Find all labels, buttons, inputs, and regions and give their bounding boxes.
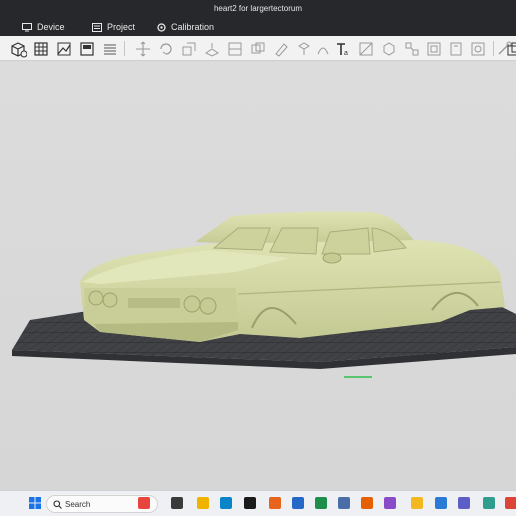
app-window: heart2 for largertectorum Device Project… [0, 0, 516, 516]
toolbar-separator [493, 41, 494, 56]
assembly-button[interactable] [379, 39, 398, 58]
tab-device[interactable]: Device [18, 20, 69, 34]
search-object-icon [507, 42, 516, 55]
text-icon: a [336, 42, 348, 57]
brim-ears-button[interactable] [468, 39, 487, 58]
windows-start-icon [29, 497, 41, 509]
taskbar-app-slicer[interactable] [383, 496, 397, 510]
copilot-icon [483, 497, 495, 509]
lay-on-face-button[interactable] [202, 39, 221, 58]
rotate-button[interactable] [156, 39, 175, 58]
cut-icon [228, 42, 241, 55]
boolean-icon [251, 42, 264, 53]
search-icon [53, 500, 62, 509]
scale-button[interactable] [179, 39, 198, 58]
taskbar-app-calculator[interactable] [337, 496, 351, 510]
widgets-gift-icon [138, 497, 150, 509]
bambu-icon [244, 497, 256, 509]
scale-icon [182, 42, 195, 55]
split-objects-button[interactable] [402, 39, 421, 58]
office-icon [269, 497, 281, 509]
taskbar-app-copilot[interactable] [482, 496, 496, 510]
auto-arrange-icon [57, 42, 70, 55]
tab-calibration[interactable]: Calibration [153, 20, 218, 34]
support-paint-icon [274, 42, 288, 57]
plate-grid-button[interactable] [31, 39, 50, 58]
measure-icon [359, 42, 372, 55]
auto-arrange-button[interactable] [54, 39, 73, 58]
layers-button[interactable] [100, 39, 119, 58]
split-objects-icon [405, 42, 418, 55]
move-icon [135, 41, 150, 56]
search-placeholder: Search [65, 500, 91, 509]
taskbar-app-excel[interactable] [314, 496, 328, 510]
window-title: heart2 for largertectorum [213, 4, 303, 13]
monitor-icon [22, 22, 32, 31]
taskbar-app-widgets-gift[interactable] [137, 496, 151, 510]
support-paint-button[interactable] [271, 39, 290, 58]
taskbar-app-folder[interactable] [196, 496, 210, 510]
split-parts-button[interactable] [424, 39, 443, 58]
taskbar-app-windows-start[interactable] [28, 496, 42, 510]
search-object-button[interactable] [504, 39, 516, 58]
plate-grid-icon [33, 41, 48, 56]
layers-icon [103, 43, 116, 55]
tab-project-label: Project [107, 22, 136, 32]
project-icon [92, 22, 102, 32]
tab-bar: Device Project Calibration [0, 18, 516, 52]
taskbar-app-office[interactable] [268, 496, 282, 510]
svg-text:a: a [344, 50, 348, 57]
cut-button[interactable] [225, 39, 244, 58]
title-bar: heart2 for largertectorum [0, 0, 516, 18]
assembly-icon [383, 41, 394, 56]
add-object-button[interactable] [8, 39, 27, 58]
excel-icon [315, 497, 327, 509]
seam-paint-icon [297, 41, 310, 55]
color-paint-button[interactable] [313, 39, 332, 58]
store-icon [435, 497, 447, 509]
3d-viewport[interactable] [0, 62, 516, 490]
calibration-icon [157, 22, 166, 32]
taskbar-app-teams[interactable] [457, 496, 471, 510]
color-paint-icon [317, 47, 328, 54]
taskbar-app-firefox[interactable] [360, 496, 374, 510]
taskbar-app-bambu[interactable] [243, 496, 257, 510]
taskbar-app-file-explorer[interactable] [170, 496, 184, 510]
rotate-icon [159, 42, 172, 55]
measure-button[interactable] [356, 39, 375, 58]
orient-icon [79, 41, 94, 56]
chrome-icon [505, 497, 516, 509]
taskbar-app-chrome[interactable] [504, 496, 516, 510]
firefox-icon [361, 497, 373, 509]
edge-icon [220, 497, 232, 509]
folder-icon [197, 497, 209, 509]
tab-calibration-label: Calibration [171, 22, 215, 32]
file-explorer-icon [171, 497, 183, 509]
split-parts-icon [427, 42, 440, 55]
notes-icon [411, 497, 423, 509]
toolbar: a [0, 36, 516, 61]
variable-layer-button[interactable] [446, 39, 465, 58]
seam-paint-button[interactable] [294, 39, 313, 58]
toolbar-separator [124, 41, 125, 56]
orient-button[interactable] [77, 39, 96, 58]
calculator-icon [338, 497, 350, 509]
teams-icon [458, 497, 470, 509]
boolean-button[interactable] [248, 39, 267, 58]
taskbar: Search [0, 490, 516, 516]
tab-project[interactable]: Project [88, 20, 139, 34]
add-object-icon [10, 41, 27, 57]
variable-layer-icon [450, 42, 461, 55]
slicer-icon [384, 497, 396, 509]
mail-icon [292, 497, 304, 509]
tab-device-label: Device [37, 22, 65, 32]
taskbar-app-mail[interactable] [291, 496, 305, 510]
taskbar-app-edge[interactable] [219, 496, 233, 510]
lay-on-face-icon [204, 42, 219, 57]
brim-ears-icon [471, 42, 484, 55]
move-button[interactable] [133, 39, 152, 58]
taskbar-app-store[interactable] [434, 496, 448, 510]
taskbar-app-notes[interactable] [410, 496, 424, 510]
text-button[interactable]: a [333, 39, 352, 58]
